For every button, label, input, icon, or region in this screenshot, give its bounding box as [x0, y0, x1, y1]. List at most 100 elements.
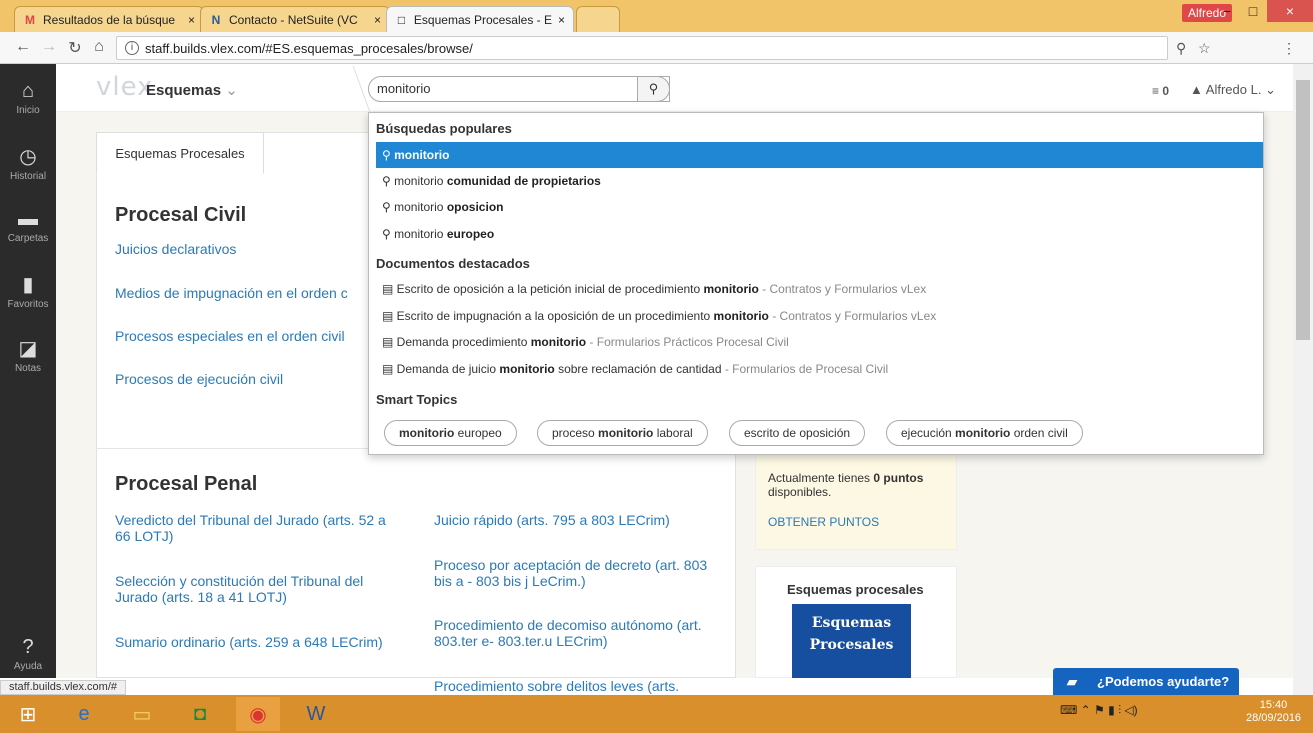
search-input[interactable]: monitorio — [368, 76, 670, 102]
search-icon: ⚲ — [382, 148, 395, 162]
section-dropdown[interactable]: Esquemas ⌄ — [146, 81, 238, 99]
system-tray[interactable]: ⌨ ⌃ ⚑ ▮ ⫶ ◁) — [1060, 703, 1138, 718]
close-icon[interactable]: × — [182, 13, 195, 27]
info-icon[interactable]: i — [125, 41, 139, 55]
back-icon[interactable]: ← — [12, 38, 34, 56]
link-juicios-declarativos[interactable]: Juicios declarativos — [115, 241, 236, 257]
close-icon[interactable]: × — [552, 13, 565, 27]
user-menu[interactable]: ▲ Alfredo L. ⌄ — [1190, 82, 1276, 98]
chrome-icon[interactable]: ◉ — [236, 697, 280, 731]
extension-icon[interactable]: ⚲ — [1176, 40, 1186, 57]
notifications[interactable]: ≡ 0 — [1152, 84, 1169, 98]
document-item[interactable]: ▤ Escrito de impugnación a la oposición … — [376, 303, 1263, 329]
link-sumario-ordinario[interactable]: Sumario ordinario (arts. 259 a 648 LECri… — [115, 634, 390, 650]
browser-tab-netsuite[interactable]: N Contacto - NetSuite (VC × — [200, 6, 390, 32]
chevron-down-icon: ⌄ — [225, 82, 238, 99]
reload-icon[interactable]: ↻ — [64, 38, 86, 58]
link-juicio-rapido[interactable]: Juicio rápido (arts. 795 a 803 LECrim) — [434, 512, 714, 528]
document-item[interactable]: ▤ Demanda procedimiento monitorio - Form… — [376, 329, 1263, 355]
browser-tab-gmail[interactable]: M Resultados de la búsque × — [14, 6, 204, 32]
document-item[interactable]: ▤ Escrito de oposición a la petición ini… — [376, 276, 1263, 302]
document-item[interactable]: ▤ Demanda de juicio monitorio sobre recl… — [376, 356, 1263, 382]
user-icon: ▲ — [1190, 82, 1203, 97]
section-title-civil: Procesal Civil — [115, 204, 247, 226]
search-icon: ⚲ — [382, 174, 395, 188]
document-icon: ▤ — [382, 282, 397, 296]
search-button[interactable]: ⚲ — [637, 76, 670, 102]
address-bar: ← → ↻ ⌂ i staff.builds.vlex.com/#ES.esqu… — [0, 32, 1313, 88]
chat-button[interactable]: ▰ ¿Podemos ayudarte? — [1053, 668, 1239, 695]
app-header — [56, 64, 1293, 112]
help-icon: ? — [22, 636, 34, 658]
link-procesos-ejecucion[interactable]: Procesos de ejecución civil — [115, 371, 283, 387]
featured-docs-heading: Documentos destacados — [376, 256, 530, 271]
start-icon[interactable]: ⊞ — [6, 697, 50, 731]
link-seleccion-tribunal[interactable]: Selección y constitución del Tribunal de… — [115, 573, 390, 605]
menu-icon[interactable]: ⋮ — [1282, 40, 1296, 57]
close-icon[interactable]: × — [368, 13, 381, 27]
suggestion-item[interactable]: ⚲ monitorio europeo — [376, 221, 1263, 247]
folder-icon: ▬ — [18, 208, 38, 230]
sidebar-item-historial[interactable]: ◷ Historial — [0, 144, 56, 182]
document-icon: ▤ — [382, 362, 397, 376]
document-icon: ▤ — [382, 309, 397, 323]
smart-topics-heading: Smart Topics — [376, 392, 458, 407]
clock[interactable]: 15:40 28/09/2016 — [1246, 699, 1301, 725]
home-icon: ⌂ — [21, 80, 35, 102]
tab-title: Esquemas Procesales - E — [413, 12, 552, 27]
page-icon: □ — [397, 12, 406, 27]
vlex-logo[interactable]: vlex — [96, 72, 154, 102]
sidebar-item-notas[interactable]: ◪ Notas — [0, 336, 56, 374]
new-tab-button[interactable] — [576, 6, 620, 32]
chat-icon: ▰ — [1067, 674, 1077, 689]
home-icon[interactable]: ⌂ — [88, 38, 110, 56]
window-close-button[interactable]: × — [1267, 0, 1313, 22]
link-aceptacion-decreto[interactable]: Proceso por aceptación de decreto (art. … — [434, 557, 714, 589]
tab-title: Contacto - NetSuite (VC — [229, 12, 358, 27]
forward-icon[interactable]: → — [38, 38, 60, 56]
history-icon: ◷ — [19, 146, 37, 168]
esquemas-cover[interactable]: Esquemas Procesales — [792, 604, 911, 678]
points-text: Actualmente tienes 0 puntos disponibles. — [768, 471, 924, 499]
link-delitos-leves[interactable]: Procedimiento sobre delitos leves (arts. — [434, 678, 714, 694]
document-icon: ▤ — [382, 335, 397, 349]
esquemas-card-title: Esquemas procesales — [787, 582, 924, 597]
url-input[interactable]: i staff.builds.vlex.com/#ES.esquemas_pro… — [116, 36, 1168, 60]
link-decomiso-autonomo[interactable]: Procedimiento de decomiso autónomo (art.… — [434, 617, 714, 649]
maximize-button[interactable]: □ — [1236, 0, 1270, 22]
topic-chip[interactable]: monitorio europeo — [384, 420, 517, 446]
scrollbar-thumb[interactable] — [1296, 80, 1310, 340]
tab-title: Resultados de la búsque — [43, 12, 176, 27]
get-points-link[interactable]: OBTENER PUNTOS — [768, 515, 944, 529]
topic-chip[interactable]: proceso monitorio laboral — [537, 420, 708, 446]
browser-tab-esquemas[interactable]: □ Esquemas Procesales - E × — [386, 6, 574, 32]
netsuite-icon: N — [211, 12, 221, 27]
suggestion-item[interactable]: ⚲ monitorio oposicion — [376, 194, 1263, 220]
word-icon[interactable]: W — [294, 697, 338, 731]
search-icon: ⚲ — [382, 200, 395, 214]
suggestion-item[interactable]: ⚲ monitorio — [376, 142, 1263, 168]
section-title-penal: Procesal Penal — [115, 473, 258, 495]
url-text: staff.builds.vlex.com/#ES.esquemas_proce… — [145, 40, 473, 56]
suggestion-item[interactable]: ⚲ monitorio comunidad de propietarios — [376, 168, 1263, 194]
ie-icon[interactable]: e — [62, 697, 106, 731]
sidebar-item-ayuda[interactable]: ? Ayuda — [0, 636, 56, 672]
file-explorer-icon[interactable]: ▭ — [120, 697, 164, 731]
note-icon: ◪ — [18, 338, 38, 360]
gmail-icon: M — [25, 12, 35, 27]
status-url: staff.builds.vlex.com/# — [0, 680, 127, 695]
sidebar-item-inicio[interactable]: ⌂ Inicio — [0, 80, 56, 116]
topic-chip[interactable]: escrito de oposición — [729, 420, 866, 446]
store-icon[interactable]: ◘ — [178, 697, 222, 731]
points-panel: Actualmente tienes 0 puntos disponibles.… — [755, 446, 957, 550]
search-icon: ⚲ — [648, 81, 659, 96]
bookmark-icon: ▮ — [22, 274, 34, 296]
link-veredicto-jurado[interactable]: Veredicto del Tribunal del Jurado (arts.… — [115, 512, 390, 544]
sidebar-item-carpetas[interactable]: ▬ Carpetas — [0, 208, 56, 244]
tab-esquemas-procesales[interactable]: Esquemas Procesales — [96, 132, 264, 174]
topic-chip[interactable]: ejecución monitorio orden civil — [886, 420, 1083, 446]
star-icon[interactable]: ☆ — [1198, 40, 1211, 57]
sidebar-item-favoritos[interactable]: ▮ Favoritos — [0, 272, 56, 310]
link-procesos-especiales[interactable]: Procesos especiales en el orden civil — [115, 328, 345, 344]
link-medios-impugnacion[interactable]: Medios de impugnación en el orden c — [115, 285, 348, 301]
